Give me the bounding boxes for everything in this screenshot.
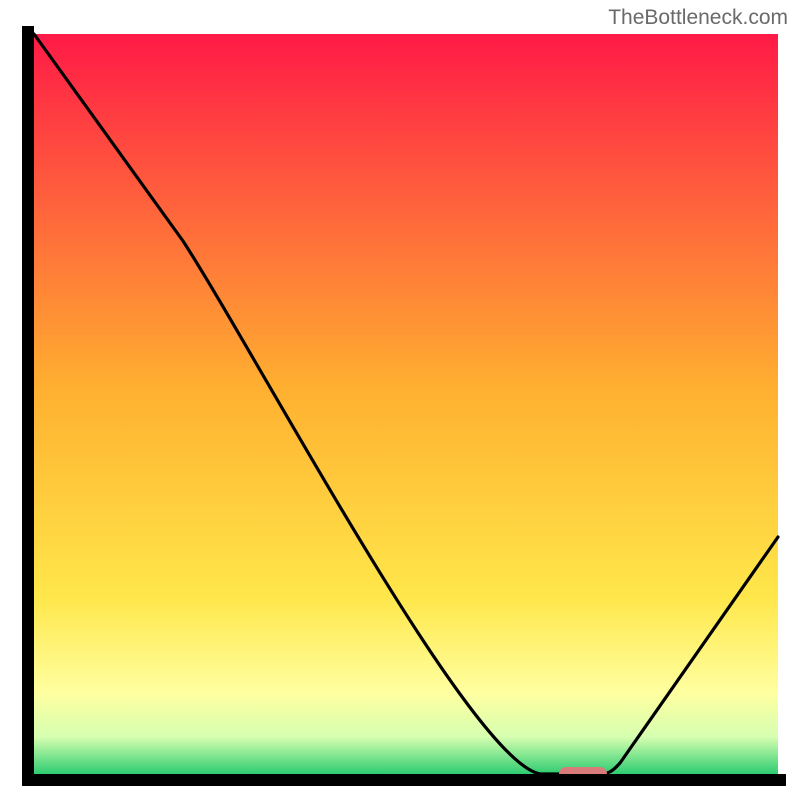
- axis-left: [22, 26, 34, 782]
- chart-svg: [0, 0, 800, 800]
- plot-background: [34, 34, 778, 774]
- bottleneck-chart: [0, 0, 800, 800]
- axis-bottom: [22, 774, 786, 786]
- watermark-text: TheBottleneck.com: [608, 6, 788, 30]
